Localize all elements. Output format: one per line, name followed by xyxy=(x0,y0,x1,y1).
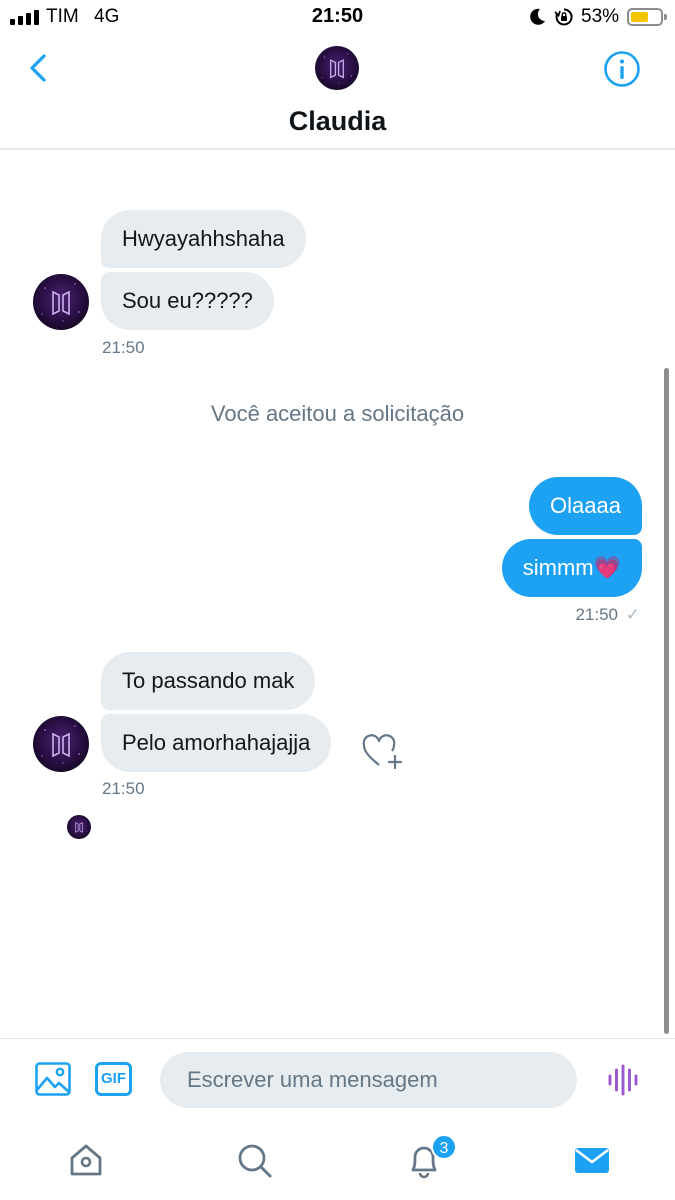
battery-icon xyxy=(627,8,667,26)
heart-plus-icon[interactable] xyxy=(362,732,404,772)
voice-icon[interactable] xyxy=(606,1063,640,1097)
notifications-badge: 3 xyxy=(431,1134,457,1160)
home-icon[interactable] xyxy=(66,1140,106,1180)
outgoing-message[interactable]: simmm💗 xyxy=(501,539,642,597)
gif-icon[interactable]: GIF xyxy=(95,1062,132,1096)
outgoing-message[interactable]: Olaaaa xyxy=(529,477,642,535)
battery-fill xyxy=(631,12,648,22)
scrollbar[interactable] xyxy=(664,368,669,1034)
info-icon[interactable] xyxy=(603,50,641,88)
tab-bar xyxy=(0,1122,675,1200)
contact-name[interactable]: Claudia xyxy=(0,106,675,137)
contact-avatar[interactable] xyxy=(315,46,359,90)
back-chevron-icon[interactable] xyxy=(24,50,54,86)
message-timestamp: 21:50 ✓ xyxy=(575,605,640,625)
incoming-message[interactable]: To passando mak xyxy=(101,652,316,710)
message-time: 21:50 xyxy=(575,605,619,624)
message-timestamp: 21:50 xyxy=(102,338,145,357)
sender-avatar[interactable] xyxy=(33,274,89,330)
incoming-message[interactable]: Pelo amorhahajajja xyxy=(101,714,332,772)
incoming-message[interactable]: Hwyayahhshaha xyxy=(101,210,306,268)
image-icon[interactable] xyxy=(34,1061,72,1097)
battery-percent: 53% xyxy=(581,6,620,27)
rotation-lock-icon xyxy=(554,8,573,26)
seen-receipt-avatar xyxy=(67,815,91,839)
sent-check-icon: ✓ xyxy=(625,605,640,624)
sender-avatar[interactable] xyxy=(33,716,89,772)
messages-mail-icon[interactable] xyxy=(572,1140,612,1180)
request-accepted-note: Você aceitou a solicitação xyxy=(210,401,465,426)
message-timestamp: 21:50 xyxy=(102,779,145,798)
conversation-header: Claudia xyxy=(0,36,675,150)
message-composer: GIF xyxy=(0,1038,675,1122)
message-input[interactable] xyxy=(160,1052,577,1108)
incoming-message[interactable]: Sou eu????? xyxy=(101,272,274,330)
status-bar: TIM 4G 21:50 53% xyxy=(0,0,675,36)
search-icon[interactable] xyxy=(234,1140,274,1180)
moon-icon xyxy=(530,8,545,25)
